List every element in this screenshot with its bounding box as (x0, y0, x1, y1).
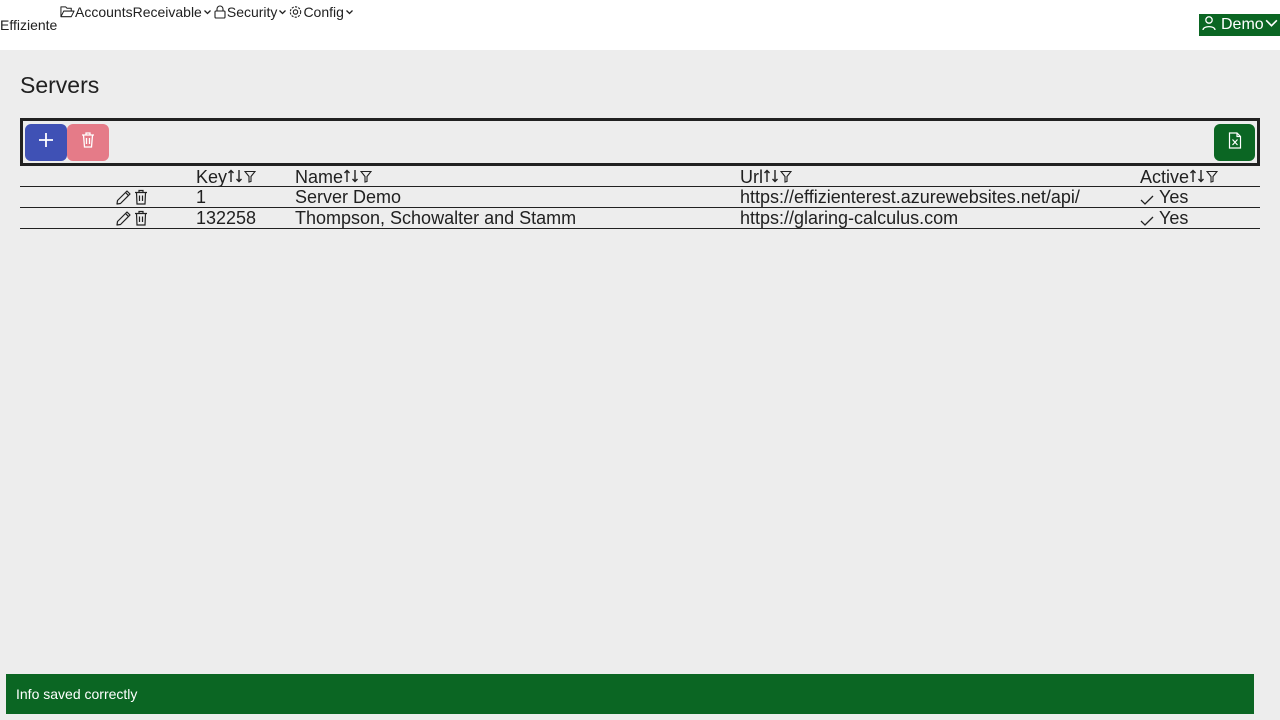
trash-icon[interactable] (134, 189, 148, 205)
filter-icon[interactable] (779, 167, 793, 187)
chevron-down-icon (1264, 16, 1279, 34)
edit-icon[interactable] (115, 189, 132, 206)
main-menu: AccountsReceivable Security Config (60, 4, 355, 20)
sort-icon[interactable] (763, 167, 780, 187)
row-actions (115, 187, 148, 207)
gear-icon (288, 5, 303, 19)
sort-icon[interactable] (227, 167, 244, 187)
servers-table: Key Name Url Active 1 Server Demo https:… (20, 166, 1260, 229)
export-excel-button[interactable] (1214, 124, 1255, 161)
top-navbar: Effiziente AccountsReceivable Security C… (0, 0, 1280, 50)
menu-security[interactable]: Security (213, 4, 289, 20)
cell-active-value: Yes (1159, 187, 1189, 207)
trash-icon (80, 131, 96, 154)
menu-accounts-receivable-label: AccountsReceivable (75, 4, 202, 20)
column-header-url[interactable]: Url (740, 167, 793, 187)
page-title: Servers (20, 72, 100, 98)
menu-config-label: Config (303, 4, 344, 20)
chevron-down-icon (202, 7, 213, 17)
sort-icon[interactable] (1189, 167, 1206, 187)
cell-active: Yes (1140, 208, 1188, 228)
edit-icon[interactable] (115, 210, 132, 227)
toast-message: Info saved correctly (16, 686, 138, 702)
plus-icon (37, 131, 55, 154)
delete-button[interactable] (67, 124, 109, 161)
menu-security-label: Security (226, 4, 278, 20)
grid-toolbar (20, 118, 1260, 166)
success-toast[interactable]: Info saved correctly (6, 674, 1254, 714)
trash-icon[interactable] (134, 210, 148, 226)
brand-logo-text[interactable]: Effiziente (0, 17, 57, 33)
check-icon (1140, 189, 1154, 209)
cell-key: 132258 (196, 208, 257, 228)
excel-export-icon (1228, 131, 1242, 154)
column-header-active-label: Active (1140, 167, 1190, 187)
cell-url: https://glaring-calculus.com (740, 208, 959, 228)
cell-name: Thompson, Schowalter and Stamm (295, 208, 577, 228)
user-name: Demo (1221, 16, 1264, 33)
chevron-down-icon (277, 7, 288, 17)
add-button[interactable] (25, 124, 67, 161)
column-header-url-label: Url (740, 167, 763, 187)
filter-icon[interactable] (359, 167, 373, 187)
cell-name: Server Demo (295, 187, 402, 207)
table-row[interactable]: 132258 Thompson, Schowalter and Stamm ht… (20, 208, 1260, 229)
column-header-active[interactable]: Active (1140, 167, 1219, 187)
chevron-down-icon (344, 7, 355, 17)
lock-icon (213, 5, 227, 19)
column-header-key[interactable]: Key (196, 167, 257, 187)
column-header-name[interactable]: Name (295, 167, 373, 187)
column-header-name-label: Name (295, 167, 344, 187)
table-row[interactable]: 1 Server Demo https://effizienterest.azu… (20, 187, 1260, 208)
sort-icon[interactable] (343, 167, 360, 187)
column-header-key-label: Key (196, 167, 228, 187)
menu-config[interactable]: Config (288, 4, 354, 20)
folder-icon (60, 5, 75, 19)
table-header-row: Key Name Url Active (20, 166, 1260, 187)
user-icon (1201, 15, 1217, 36)
row-actions (115, 208, 148, 228)
cell-active-value: Yes (1159, 208, 1189, 228)
cell-url: https://effizienterest.azurewebsites.net… (740, 187, 1080, 207)
check-icon (1140, 210, 1154, 230)
cell-key: 1 (196, 187, 207, 207)
menu-accounts-receivable[interactable]: AccountsReceivable (60, 4, 213, 20)
filter-icon[interactable] (1205, 167, 1219, 187)
user-menu-button[interactable]: Demo (1199, 14, 1280, 36)
cell-active: Yes (1140, 187, 1188, 207)
filter-icon[interactable] (243, 167, 257, 187)
